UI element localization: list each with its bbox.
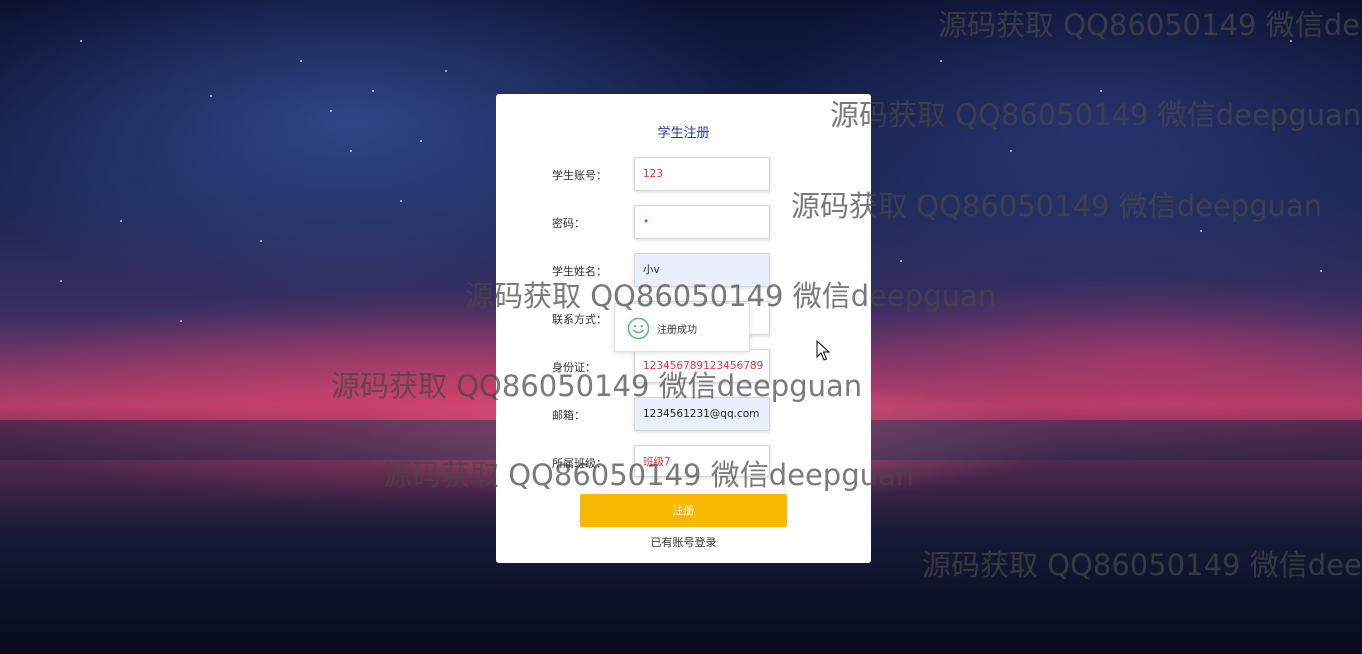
login-link[interactable]: 已有账号登录 [496, 534, 871, 550]
mouse-cursor-icon [816, 340, 830, 361]
class-select[interactable]: 班级7 [634, 445, 770, 477]
account-label: 学生账号： [552, 169, 607, 182]
field-row-class: 所属班级： 班级7 [496, 445, 871, 479]
page-title: 学生注册 [657, 126, 710, 141]
name-input[interactable]: 小v [634, 253, 770, 287]
password-input[interactable]: • [634, 205, 770, 239]
field-row-email: 邮箱： 1234561231@qq.com [496, 397, 871, 431]
contact-label: 联系方式： [552, 313, 607, 326]
register-button[interactable]: 注册 [580, 494, 787, 527]
email-label: 邮箱： [552, 409, 585, 422]
idcard-input[interactable]: 123456789123456789 [634, 349, 770, 383]
success-toast: 注册成功 [614, 303, 750, 352]
name-label: 学生姓名： [552, 265, 607, 278]
account-input[interactable]: 123 [634, 157, 770, 191]
field-row-password: 密码： • [496, 205, 871, 239]
field-row-name: 学生姓名： 小v [496, 253, 871, 287]
class-label: 所属班级： [552, 457, 607, 470]
toast-message: 注册成功 [657, 325, 697, 336]
field-row-idcard: 身份证： 123456789123456789 [496, 349, 871, 383]
email-input[interactable]: 1234561231@qq.com [634, 397, 770, 431]
password-label: 密码： [552, 217, 585, 230]
smile-icon [627, 317, 650, 340]
field-row-account: 学生账号： 123 [496, 157, 871, 191]
idcard-label: 身份证： [552, 361, 596, 374]
